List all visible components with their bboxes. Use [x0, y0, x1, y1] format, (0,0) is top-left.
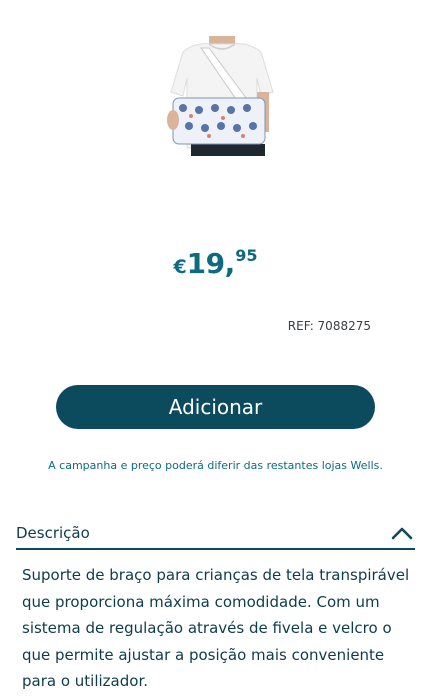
description-toggle[interactable]: Descrição: [16, 520, 415, 550]
price-cents: 95: [235, 246, 258, 265]
price-integer: 19: [186, 247, 225, 280]
price-separator: ,: [224, 247, 236, 280]
description-text: Suporte de braço para crianças de tela t…: [22, 566, 410, 690]
product-reference: REF: 7088275: [287, 319, 371, 333]
price-disclaimer: A campanha e preço poderá diferir das re…: [48, 459, 383, 472]
chevron-up-icon[interactable]: [391, 526, 413, 540]
product-image: [165, 36, 277, 156]
add-to-cart-button[interactable]: Adicionar: [56, 385, 375, 429]
product-photo: [167, 36, 274, 156]
product-price: €19,95: [0, 248, 431, 278]
description-title: Descrição: [16, 524, 90, 542]
price-currency: €: [173, 256, 187, 278]
